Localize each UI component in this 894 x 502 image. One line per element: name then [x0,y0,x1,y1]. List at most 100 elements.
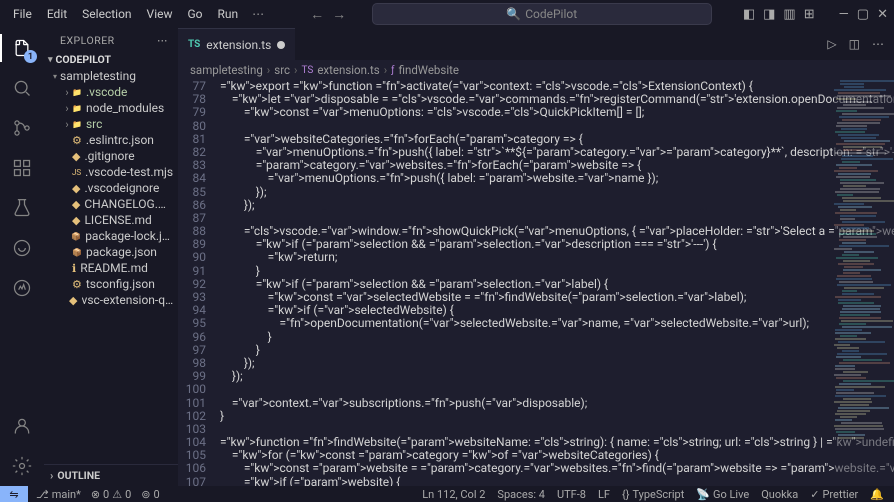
file-type-icon: ◆ [72,214,80,227]
file-tree: sampletesting📁.vscode📁node_modules📁src⚙.… [44,68,178,308]
crumb-folder[interactable]: src [274,63,290,77]
git-branch[interactable]: ⎇main* [36,488,81,501]
testing-icon[interactable] [10,196,34,220]
tree-label: LICENSE.md [84,213,151,227]
tree-file[interactable]: ◆ vsc-extension-quicksta... [44,292,178,308]
menu-file[interactable]: File [6,3,39,25]
editor-more-icon[interactable]: ⋯ [872,37,884,51]
run-icon[interactable]: ▷ [827,37,836,51]
tree-file[interactable]: ◆ LICENSE.md [44,212,178,228]
chevron-right-icon: › [384,63,387,77]
tree-file[interactable]: ⚙tsconfig.json [44,276,178,292]
go-live[interactable]: 📡Go Live [696,488,749,501]
minimize-icon[interactable]: — [839,7,849,22]
line-gutter: 7778798081828384858687888990919293949596… [178,80,220,486]
cursor-position[interactable]: Ln 112, Col 2 [422,488,485,501]
notifications-icon[interactable]: 🔔 [870,488,884,501]
tree-file[interactable]: ⚙ .eslintrc.json [44,132,178,148]
account-icon[interactable] [10,414,34,438]
crumb-file[interactable]: extension.ts [317,63,379,77]
file-type-icon: JS [72,168,81,177]
warning-icon: ⚠ [112,488,122,501]
tab-label: extension.ts [206,38,271,52]
file-type-icon: ◆ [69,294,77,307]
source-control-icon[interactable] [10,116,34,140]
menu-run[interactable]: Run [211,3,246,25]
tree-label: .vscode [86,85,127,99]
quokka-status[interactable]: Quokka [761,488,798,501]
tree-label: node_modules [86,101,164,115]
tree-file[interactable]: ◆CHANGELOG.md [44,196,178,212]
typescript-icon: TS [301,65,313,76]
extensions-icon[interactable] [10,156,34,180]
main-area: 1 EXPLORER [0,28,894,486]
tree-folder[interactable]: 📁src [44,116,178,132]
remote-indicator-icon[interactable]: ⇋ [0,486,28,502]
breadcrumbs[interactable]: sampletesting › src › TS extension.ts › … [178,60,894,80]
tree-file[interactable]: ◆ .gitignore [44,148,178,164]
menu-selection[interactable]: Selection [75,3,138,25]
menu-go[interactable]: Go [181,3,210,25]
ports[interactable]: ⊚0 [141,488,159,501]
problems[interactable]: ⊗0 ⚠0 [91,488,131,501]
minimap[interactable] [834,80,894,486]
file-type-icon: ◆ [72,150,80,163]
braces-icon: {} [622,488,629,501]
file-type-icon: 📁 [72,120,82,129]
code-editor[interactable]: 7778798081828384858687888990919293949596… [178,80,894,486]
tree-folder[interactable]: sampletesting [44,68,178,84]
quokka-activity-icon[interactable] [10,236,34,260]
sidebar-more-icon[interactable]: ⋯ [157,34,168,47]
customize-layout-icon[interactable]: ⊞ [804,7,815,22]
indentation[interactable]: Spaces: 4 [497,488,545,501]
settings-gear-icon[interactable] [10,454,34,478]
tree-folder[interactable]: 📁node_modules [44,100,178,116]
command-center[interactable]: 🔍 CodePilot [372,3,712,25]
menu-bar: File Edit Selection View Go Run ⋯ [6,3,270,25]
toggle-panel-right-icon[interactable]: ▥ [783,7,795,22]
layout-controls: ◧ ◨ ▥ ⊞ [743,7,815,22]
tab-extension-ts[interactable]: TS extension.ts [178,28,295,60]
search-icon: 🔍 [506,7,521,21]
tree-file[interactable]: ℹREADME.md [44,260,178,276]
file-type-icon: 📦 [72,248,82,257]
tree-file[interactable]: 📦package-lock.json [44,228,178,244]
nav-arrows: ← → [310,6,346,23]
tree-label: .eslintrc.json [86,133,154,147]
tree-label: vsc-extension-quicksta... [82,293,175,307]
editor-area: TS extension.ts ▷ ◫ ⋯ sampletesting › sr… [178,28,894,486]
explorer-icon[interactable]: 1 [10,36,34,60]
tree-label: package-lock.json [85,229,174,243]
crumb-folder[interactable]: sampletesting [190,63,263,77]
menu-edit[interactable]: Edit [40,3,74,25]
split-editor-icon[interactable]: ◫ [849,37,860,51]
toggle-panel-bottom-icon[interactable]: ◨ [763,7,775,22]
tree-label: tsconfig.json [86,277,155,291]
tree-file[interactable]: ◆.vscodeignore [44,180,178,196]
file-type-icon: ⚙ [72,134,82,147]
tree-label: .vscodeignore [84,181,159,195]
menu-view[interactable]: View [140,3,180,25]
eol[interactable]: LF [598,488,610,501]
maximize-icon[interactable]: ▢ [857,7,869,22]
error-icon: ⊗ [91,488,100,501]
crumb-symbol[interactable]: findWebsite [399,63,459,77]
tree-file[interactable]: 📦package.json [44,244,178,260]
close-icon[interactable]: ✕ [877,7,888,22]
nav-forward-icon[interactable]: → [332,6,346,23]
code-content[interactable]: ="kw">export ="kw">function ="fn">activa… [220,80,894,486]
prettier-status[interactable]: ✓Prettier [810,488,858,501]
wallaby-icon[interactable] [10,276,34,300]
toggle-panel-left-icon[interactable]: ◧ [743,7,755,22]
project-section[interactable]: CODEPILOT [44,51,178,68]
language-mode[interactable]: {}TypeScript [622,488,684,501]
tree-label: .gitignore [84,149,134,163]
tab-dirty-indicator-icon [277,41,285,49]
outline-section[interactable]: OUTLINE [44,464,178,486]
menu-more-icon[interactable]: ⋯ [246,3,270,25]
encoding[interactable]: UTF-8 [557,488,586,501]
nav-back-icon[interactable]: ← [310,6,324,23]
tree-folder[interactable]: 📁.vscode [44,84,178,100]
tree-file[interactable]: JS.vscode-test.mjs [44,164,178,180]
search-activity-icon[interactable] [10,76,34,100]
